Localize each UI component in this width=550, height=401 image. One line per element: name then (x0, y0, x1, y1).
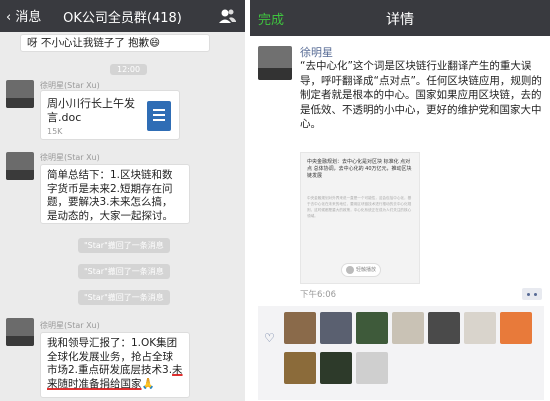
recall-notice: "Star"撤回了一条消息 (78, 264, 170, 279)
sender-name: 徐明星(Star Xu) (40, 153, 100, 162)
chat-title: OK公司全员群(418) (63, 11, 182, 26)
recall-notice: "Star"撤回了一条消息 (78, 290, 170, 305)
liker-avatar[interactable] (356, 352, 388, 384)
liker-avatar[interactable] (320, 312, 352, 344)
article-headline: 中央金融规划：去中心化是对区块 标准化 点对点 总体协调，去中心化的 40万亿元… (307, 159, 412, 179)
liker-avatar[interactable] (320, 352, 352, 384)
likes-panel: ♡ (258, 306, 544, 400)
recall-notice: "Star"撤回了一条消息 (78, 238, 170, 253)
moment-detail-panel: 完成 详情 徐明星 “去中心化”这个词是区块链行业翻译产生的重大误导，呼吁翻译成… (250, 0, 550, 401)
detail-header: 完成 详情 (250, 0, 550, 36)
group-icon[interactable] (217, 6, 237, 26)
liker-avatar[interactable] (464, 312, 496, 344)
file-name: 周小川行长上午发言.doc (47, 97, 135, 124)
message-text: 我和领导汇报了：1.OK集团全球化发展业务，抢占全球市场2.重点研发底层技术3. (47, 337, 178, 376)
file-size: 15K (47, 127, 63, 136)
article-body: 中央金融规划对外界来说一直是一个可能性，这会包括中心化，基于去中心化在未来的地位… (307, 196, 412, 218)
summary-message-bubble[interactable]: 简单总结下：1.区块链和数字货币是未来2.短期存在问题，要解决3.未来怎么搞，是… (40, 164, 190, 224)
time-pill: 12:00 (110, 64, 148, 75)
author-avatar[interactable] (258, 46, 292, 80)
avatar[interactable] (6, 318, 34, 346)
play-button[interactable]: 轻触播放 (341, 263, 381, 277)
avatar[interactable] (6, 80, 34, 108)
author-name[interactable]: 徐明星 (300, 44, 333, 60)
more-icon[interactable] (522, 288, 542, 300)
play-label: 轻触播放 (356, 267, 377, 273)
message-text: 呀 不小心让我链子了 抱歉😄 (27, 37, 161, 49)
avatar[interactable] (6, 152, 34, 180)
pray-emoji: 🙏 (141, 377, 155, 390)
detail-title: 详情 (386, 12, 414, 28)
play-icon (346, 266, 354, 274)
liker-avatar[interactable] (356, 312, 388, 344)
liker-avatar[interactable] (500, 312, 532, 344)
shared-article-card[interactable]: 中央金融规划：去中心化是对区块 标准化 点对点 总体协调，去中心化的 40万亿元… (300, 152, 420, 284)
liker-avatar[interactable] (428, 312, 460, 344)
file-message-card[interactable]: 周小川行长上午发言.doc 15K (40, 90, 180, 140)
liker-avatar[interactable] (284, 352, 316, 384)
sender-name: 徐明星(Star Xu) (40, 321, 100, 330)
liker-avatar[interactable] (284, 312, 316, 344)
doc-file-icon (147, 101, 171, 131)
chat-header: ‹ 消息 OK公司全员群(418) (0, 0, 245, 32)
heart-icon: ♡ (264, 331, 275, 345)
top-message-bubble[interactable]: 呀 不小心让我链子了 抱歉😄 (20, 34, 210, 52)
liker-avatar[interactable] (392, 312, 424, 344)
report-message-bubble[interactable]: 我和领导汇报了：1.OK集团全球化发展业务，抢占全球市场2.重点研发底层技术3.… (40, 332, 190, 398)
post-time: 下午6:06 (300, 290, 337, 300)
group-chat-panel: ‹ 消息 OK公司全员群(418) 呀 不小心让我链子了 抱歉😄 12:00 徐… (0, 0, 245, 401)
message-text: 简单总结下：1.区块链和数字货币是未来2.短期存在问题，要解决3.未来怎么搞，是… (47, 169, 173, 222)
post-text: “去中心化”这个词是区块链行业翻译产生的重大误导，呼吁翻译成“点对点”。任何区块… (300, 60, 542, 130)
